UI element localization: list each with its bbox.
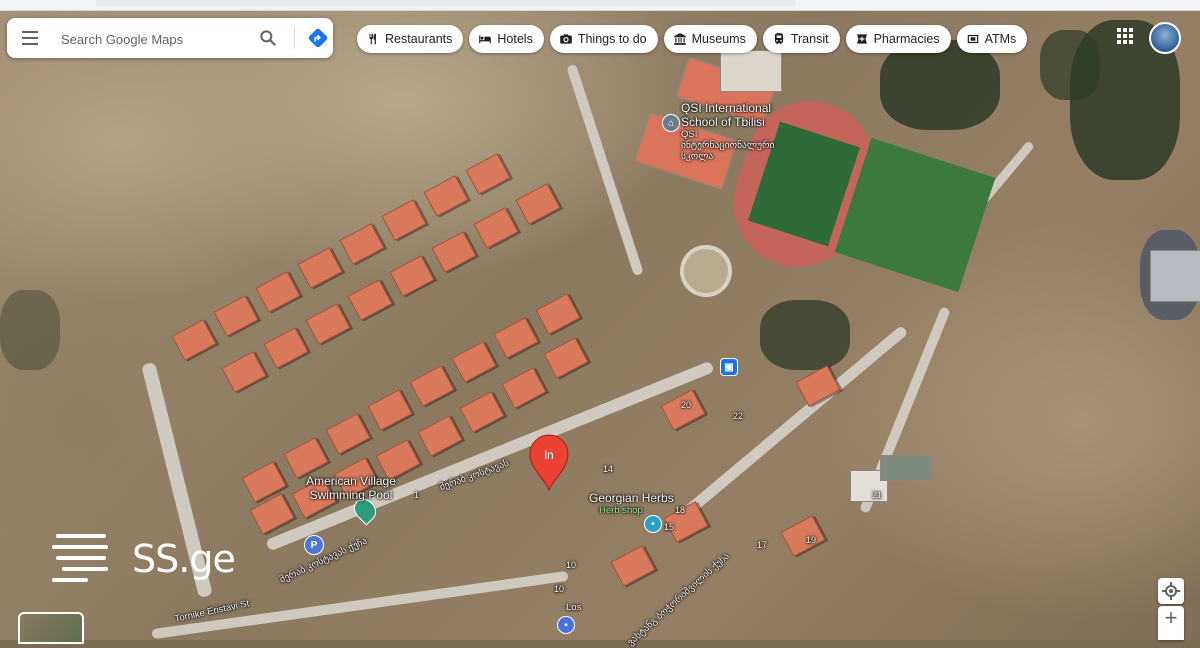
ss-ge-watermark: SS.ge [52, 534, 236, 584]
address-bar[interactable] [96, 0, 796, 6]
house-number: 18 [675, 505, 686, 515]
herbs-label[interactable]: Georgian Herbs [589, 491, 674, 505]
search-divider [294, 27, 295, 49]
school-icon[interactable]: ⌂ [662, 114, 680, 132]
zoom-in-button[interactable]: + [1158, 606, 1184, 640]
menu-icon[interactable] [22, 31, 38, 45]
chip-hotels[interactable]: Hotels [469, 25, 544, 53]
school-name: QSI International School of Tbilisi [681, 101, 772, 129]
browser-toolbar [0, 0, 1200, 11]
chip-pharmacies[interactable]: Pharmacies [845, 25, 951, 53]
chip-label: Things to do [577, 32, 647, 46]
pharmacy-icon [856, 34, 867, 44]
house-number: 1 [414, 490, 420, 500]
fork-knife-icon [369, 33, 376, 45]
pool-label[interactable]: American Village Swimming Pool [296, 474, 406, 502]
house-number: 17 [757, 540, 768, 550]
bus-stop-icon[interactable]: ▣ [720, 358, 738, 376]
house-number: 10 [566, 560, 577, 570]
museum-icon [673, 33, 686, 45]
apps-grid-icon[interactable] [1117, 28, 1133, 44]
location-pin-icon[interactable]: ln [527, 433, 571, 491]
chip-label: Museums [691, 32, 746, 46]
chip-label: Pharmacies [873, 32, 940, 46]
parking-icon[interactable]: P [304, 535, 324, 555]
chip-atms[interactable]: ATMs [956, 25, 1028, 53]
watermark-text: SS.ge [132, 537, 236, 581]
house-number: 20 [681, 400, 692, 410]
search-input[interactable] [59, 24, 253, 54]
school-label[interactable]: QSI International School of Tbilisi [681, 101, 781, 129]
chip-restaurants[interactable]: Restaurants [357, 25, 464, 53]
camera-icon [560, 34, 572, 44]
train-icon [774, 33, 783, 45]
chip-label: ATMs [984, 32, 1017, 46]
house-number: 21 [872, 490, 883, 500]
locate-icon [1162, 582, 1180, 600]
chip-transit[interactable]: Transit [762, 25, 840, 53]
house-number: 19 [806, 535, 817, 545]
school-native-label: QSI ინტერნაციონალური სკოლა [681, 129, 775, 162]
house-number: 15 [664, 522, 675, 532]
transit-stop-icon[interactable]: ▪ [557, 616, 575, 634]
chip-museums[interactable]: Museums [663, 25, 757, 53]
bed-icon [479, 35, 492, 44]
los-label: Los [566, 602, 582, 613]
directions-icon[interactable] [307, 27, 329, 49]
chip-things-to-do[interactable]: Things to do [549, 25, 658, 53]
category-chips: Restaurants Hotels Things to do Museums … [357, 25, 1028, 53]
my-location-button[interactable] [1158, 578, 1184, 604]
house-number: 10 [554, 584, 565, 594]
pin-label: ln [544, 448, 553, 462]
house-number: 14 [603, 464, 614, 474]
herb-shop-icon[interactable]: • [644, 515, 662, 533]
account-avatar[interactable] [1149, 22, 1181, 54]
search-box [7, 18, 333, 58]
layers-toggle[interactable] [18, 612, 84, 644]
chip-label: Restaurants [385, 32, 453, 46]
watermark-logo-icon [52, 534, 112, 584]
house-number: 22 [733, 411, 744, 421]
herbs-category-label: Herb shop [599, 505, 643, 516]
chip-label: Hotels [497, 32, 533, 46]
chip-label: Transit [790, 32, 829, 46]
atm-icon [967, 34, 978, 44]
search-icon[interactable] [258, 28, 278, 48]
